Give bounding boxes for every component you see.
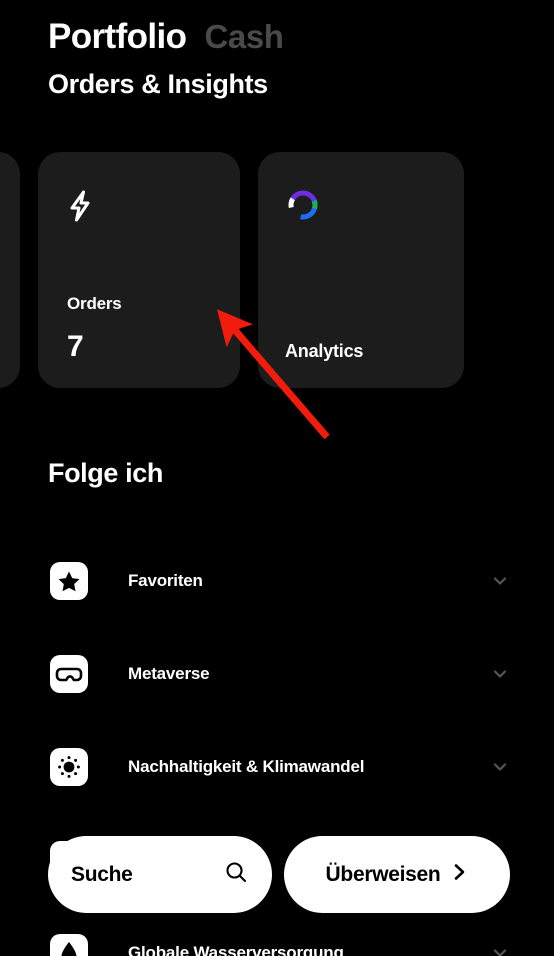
page-header: Portfolio Cash Orders & Insights: [48, 17, 528, 100]
card-rail[interactable]: Orders 7 Analytics: [0, 152, 554, 388]
chevron-down-icon[interactable]: [491, 572, 509, 590]
page-subtitle: Orders & Insights: [48, 68, 268, 99]
list-item[interactable]: Metaverse: [0, 627, 554, 720]
app-screen: Portfolio Cash Orders & Insights Orders …: [0, 0, 554, 956]
lightning-bolt-icon: [66, 190, 94, 227]
chevron-down-icon[interactable]: [491, 665, 509, 683]
chevron-down-icon[interactable]: [491, 758, 509, 776]
page-title: Portfolio: [48, 17, 187, 56]
chevron-down-icon[interactable]: [491, 944, 509, 956]
analytics-card[interactable]: Analytics: [258, 152, 464, 388]
section-title: Folge ich: [48, 458, 163, 488]
list-item-label: Nachhaltigkeit & Klimawandel: [128, 756, 365, 776]
vr-headset-icon: [50, 654, 88, 693]
list-item[interactable]: Nachhaltigkeit & Klimawandel: [0, 720, 554, 813]
partial-card[interactable]: [0, 152, 20, 388]
orders-card-value: 7: [67, 330, 84, 363]
water-drop-icon: [50, 933, 88, 956]
chevron-right-icon: [452, 862, 468, 887]
search-button[interactable]: Suche: [48, 836, 272, 913]
transfer-button-label: Überweisen: [325, 862, 441, 886]
page-title-secondary[interactable]: Cash: [204, 18, 284, 55]
list-item[interactable]: Favoriten: [0, 534, 554, 627]
orders-card-label: Orders: [67, 294, 122, 313]
search-icon: [224, 860, 248, 889]
list-item-label: Favoriten: [128, 570, 203, 590]
analytics-card-label: Analytics: [285, 341, 364, 361]
search-button-label: Suche: [71, 862, 133, 886]
list-item[interactable]: Globale Wasserversorgung: [0, 906, 554, 956]
transfer-button[interactable]: Überweisen: [284, 836, 510, 913]
orders-card[interactable]: Orders 7: [38, 152, 240, 388]
list-item-label: Metaverse: [128, 663, 210, 683]
sun-icon: [50, 747, 88, 786]
donut-chart-icon: [286, 188, 320, 227]
star-icon: [50, 561, 88, 600]
title-row: Portfolio Cash: [48, 17, 528, 57]
list-item-label: Globale Wasserversorgung: [128, 942, 344, 956]
